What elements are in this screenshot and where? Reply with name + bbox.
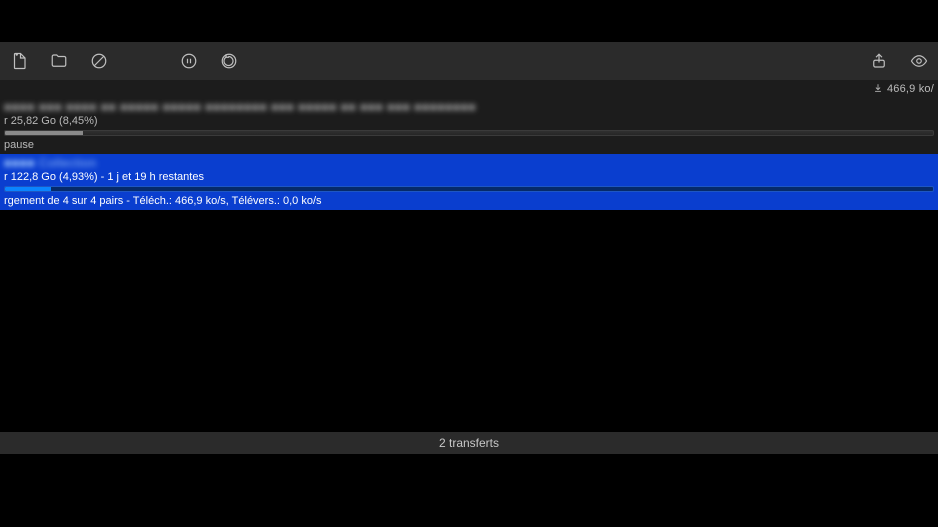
toolbar: [0, 42, 938, 80]
status-bar: 2 transferts: [0, 432, 938, 454]
folder-icon[interactable]: [50, 52, 68, 70]
transfer-progress-fill: [5, 131, 83, 135]
transfer-row[interactable]: ■■■■ Collection r 122,8 Go (4,93%) - 1 j…: [0, 154, 938, 210]
transfer-progress: [4, 130, 934, 136]
eye-icon[interactable]: [910, 52, 928, 70]
resume-all-icon[interactable]: [220, 52, 238, 70]
transfer-title: ■■■■ ■■■ ■■■■ ■■ ■■■■■ ■■■■■ ■■■■■■■■ ■■…: [4, 100, 934, 114]
transfer-progress: [4, 186, 934, 192]
toolbar-left: [10, 52, 238, 70]
transfer-status: pause: [4, 138, 934, 152]
transfer-subtitle: r 122,8 Go (4,93%) - 1 j et 19 h restant…: [4, 170, 934, 184]
transfer-status: rgement de 4 sur 4 pairs - Téléch.: 466,…: [4, 194, 934, 208]
speed-bar: 466,9 ko/: [0, 80, 938, 98]
transfer-subtitle: r 25,82 Go (8,45%): [4, 114, 934, 128]
status-bar-text: 2 transferts: [439, 436, 499, 450]
transfer-progress-fill: [5, 187, 51, 191]
pause-all-icon[interactable]: [180, 52, 198, 70]
transfer-list: ■■■■ ■■■ ■■■■ ■■ ■■■■■ ■■■■■ ■■■■■■■■ ■■…: [0, 98, 938, 210]
download-speed-value: 466,9 ko/: [887, 83, 934, 95]
share-icon[interactable]: [870, 52, 888, 70]
new-document-icon[interactable]: [10, 52, 28, 70]
transfer-row[interactable]: ■■■■ ■■■ ■■■■ ■■ ■■■■■ ■■■■■ ■■■■■■■■ ■■…: [0, 98, 938, 154]
prohibit-icon[interactable]: [90, 52, 108, 70]
toolbar-right: [870, 52, 928, 70]
transfer-title: ■■■■ Collection: [4, 156, 934, 170]
download-arrow-icon: [873, 83, 883, 96]
